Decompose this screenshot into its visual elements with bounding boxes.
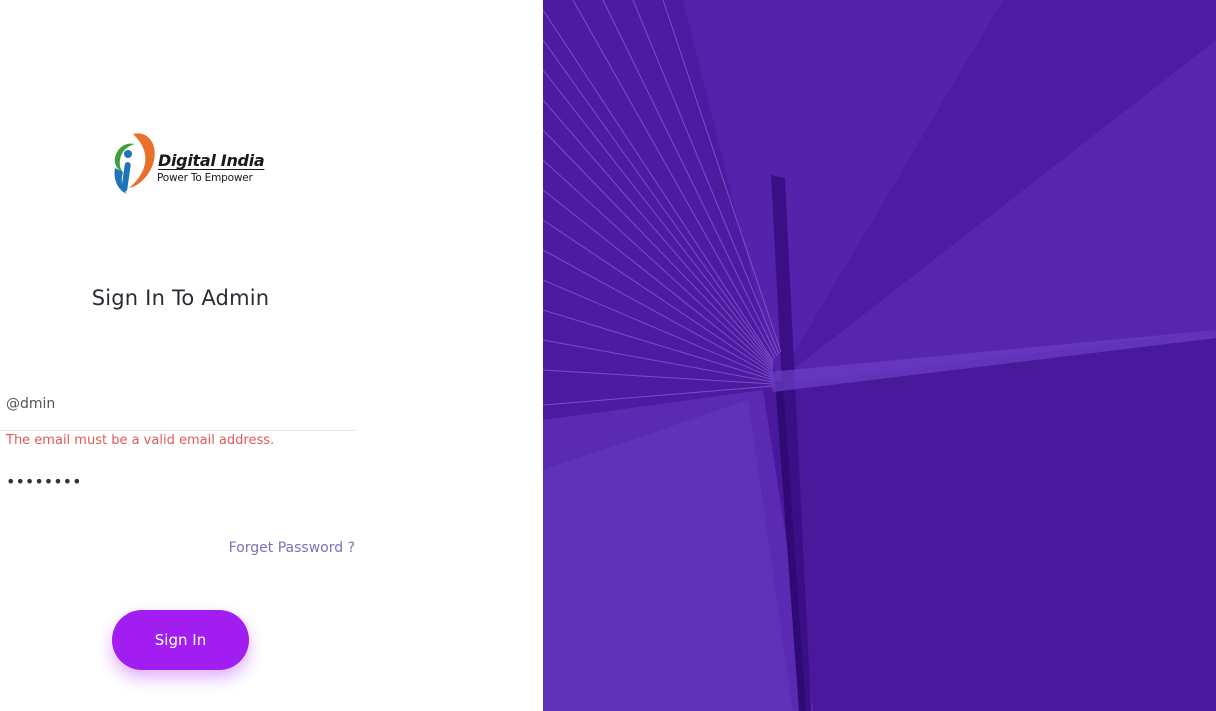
email-error-message: The email must be a valid email address. <box>6 433 275 448</box>
sign-in-button[interactable]: Sign In <box>112 610 249 670</box>
login-page: Digital India Power To Empower Sign In T… <box>0 0 1216 711</box>
forgot-password-link[interactable]: Forget Password ? <box>229 540 355 556</box>
digital-india-logo: Digital India Power To Empower <box>103 128 265 198</box>
email-field[interactable] <box>0 392 355 416</box>
logo-tagline: Power To Empower <box>157 172 253 184</box>
bridge-architecture-image <box>543 0 1216 711</box>
digital-india-emblem-icon <box>114 133 155 194</box>
email-field-underline <box>0 430 355 431</box>
password-field[interactable] <box>0 470 355 492</box>
logo-title: Digital India <box>158 151 265 170</box>
hero-image-panel <box>543 0 1216 711</box>
page-title: Sign In To Admin <box>91 286 270 310</box>
login-panel: Digital India Power To Empower Sign In T… <box>0 0 543 711</box>
